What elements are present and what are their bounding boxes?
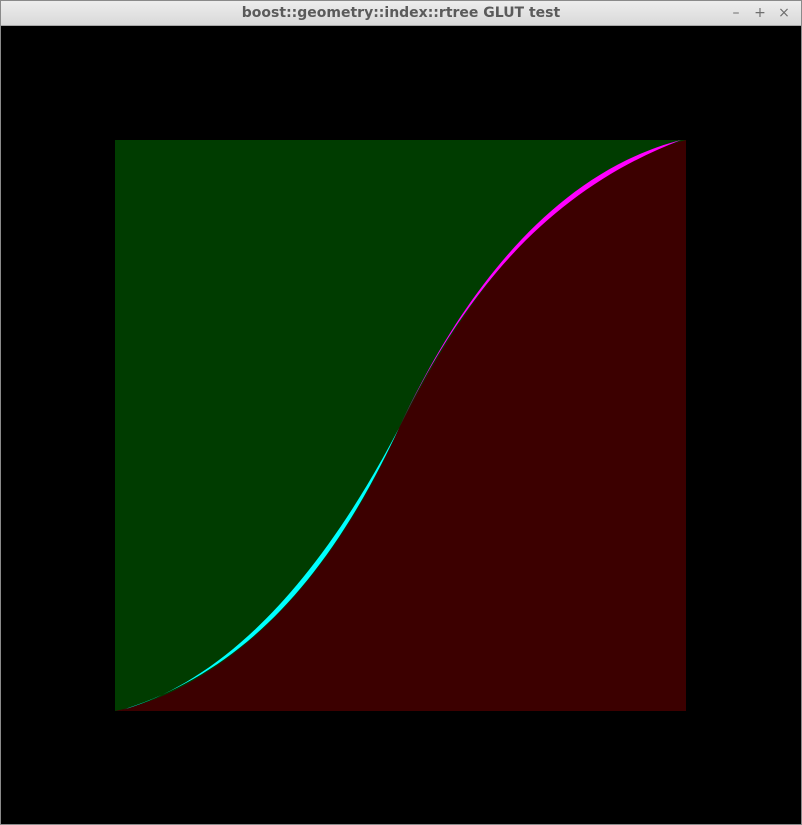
title-bar[interactable]: boost::geometry::index::rtree GLUT test …: [1, 1, 801, 26]
glut-canvas[interactable]: [1, 26, 801, 824]
window-controls: – + ×: [727, 4, 793, 22]
minimize-button[interactable]: –: [727, 4, 745, 22]
window-title: boost::geometry::index::rtree GLUT test: [241, 5, 561, 21]
maximize-button[interactable]: +: [751, 4, 769, 22]
close-button[interactable]: ×: [775, 4, 793, 22]
app-window: boost::geometry::index::rtree GLUT test …: [0, 0, 802, 825]
scene-svg: [1, 26, 801, 824]
